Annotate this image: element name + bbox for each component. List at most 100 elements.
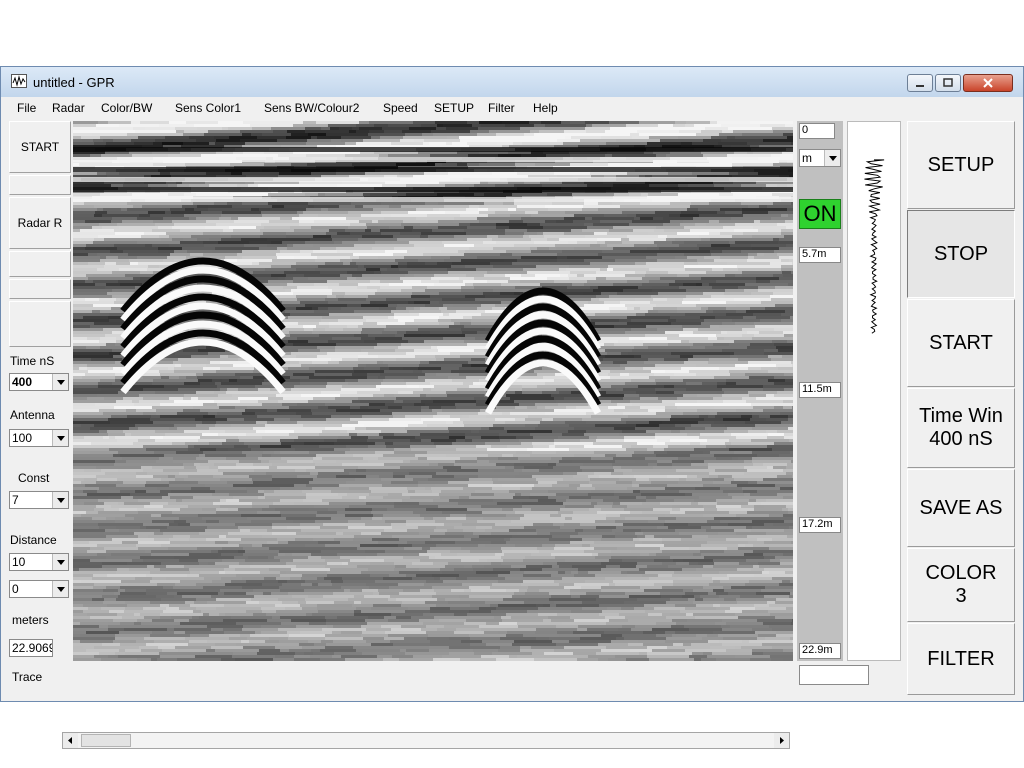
radargram-texture xyxy=(467,163,479,166)
radargram-texture xyxy=(73,556,106,559)
menu-file[interactable]: File xyxy=(17,101,36,115)
radar-r-button[interactable]: Radar R xyxy=(9,197,71,249)
chevron-down-icon[interactable] xyxy=(52,554,68,570)
radargram-texture xyxy=(286,232,326,235)
radargram-texture xyxy=(273,502,294,505)
radargram-texture xyxy=(198,481,227,484)
radargram-texture xyxy=(751,529,784,532)
radargram-texture xyxy=(271,454,316,457)
const-select[interactable]: 7 xyxy=(9,491,69,509)
radargram-texture xyxy=(697,259,714,262)
radargram-texture xyxy=(73,352,109,355)
radargram-texture xyxy=(615,259,657,262)
radargram-texture xyxy=(135,490,146,493)
radargram-texture xyxy=(174,625,207,628)
menu-help[interactable]: Help xyxy=(533,101,558,115)
chevron-down-icon[interactable] xyxy=(52,374,68,390)
radargram-texture xyxy=(774,382,793,385)
radargram-texture xyxy=(163,217,189,220)
radargram-texture xyxy=(575,529,583,532)
distance-select[interactable]: 10 xyxy=(9,553,69,571)
menu-sens-bw-colour2[interactable]: Sens BW/Colour2 xyxy=(264,101,359,115)
radargram-texture xyxy=(388,124,421,127)
radargram-texture xyxy=(381,625,401,628)
radargram-texture xyxy=(639,484,667,487)
menu-sens-color1[interactable]: Sens Color1 xyxy=(175,101,241,115)
radargram-texture xyxy=(371,229,380,232)
title-bar[interactable]: untitled - GPR xyxy=(1,67,1023,97)
radargram-texture xyxy=(73,475,96,478)
menu-color-bw[interactable]: Color/BW xyxy=(101,101,152,115)
radargram-texture xyxy=(709,583,745,586)
radargram-texture xyxy=(243,553,278,556)
blank-left-button-4[interactable] xyxy=(9,301,71,347)
radargram-texture xyxy=(233,496,258,499)
antenna-select[interactable]: 100 xyxy=(9,429,69,447)
radargram-texture xyxy=(712,577,729,580)
radargram-texture xyxy=(253,463,272,466)
radargram-texture xyxy=(396,616,411,619)
radargram-texture xyxy=(598,208,643,211)
menu-setup[interactable]: SETUP xyxy=(434,101,474,115)
radargram-texture xyxy=(299,223,329,226)
radargram-texture xyxy=(783,133,793,136)
radargram-texture xyxy=(151,553,189,556)
radargram-texture xyxy=(510,214,531,217)
radargram-texture xyxy=(199,562,208,565)
radargram-texture xyxy=(751,292,773,295)
radargram-texture xyxy=(287,526,320,529)
radargram-texture xyxy=(631,379,655,382)
time-ns-select[interactable]: 400 xyxy=(9,373,69,391)
maximize-button[interactable] xyxy=(935,74,961,92)
radargram-texture xyxy=(544,235,585,238)
blank-left-button-2[interactable] xyxy=(9,251,71,277)
radargram-texture xyxy=(389,574,406,577)
radargram-texture xyxy=(563,472,577,475)
radargram-texture xyxy=(148,463,171,466)
distance-offset-select[interactable]: 0 xyxy=(9,580,69,598)
start-left-button[interactable]: START xyxy=(9,121,71,173)
radargram-texture xyxy=(404,226,413,229)
radargram-texture xyxy=(317,475,336,478)
radargram-texture xyxy=(645,571,674,574)
blank-left-button-3[interactable] xyxy=(9,279,71,299)
radargram-texture xyxy=(401,223,420,226)
radargram-texture xyxy=(358,466,400,469)
chevron-down-icon[interactable] xyxy=(52,430,68,446)
chevron-down-icon[interactable] xyxy=(52,581,68,597)
radargram-texture xyxy=(267,409,277,412)
menu-filter[interactable]: Filter xyxy=(488,101,515,115)
radargram-texture xyxy=(194,463,200,466)
radargram-texture xyxy=(127,202,157,205)
menu-speed[interactable]: Speed xyxy=(383,101,418,115)
radargram-texture xyxy=(73,535,106,538)
radargram-canvas[interactable] xyxy=(73,121,793,661)
close-button[interactable] xyxy=(963,74,1013,92)
radargram-texture xyxy=(364,424,408,427)
radargram-texture xyxy=(538,499,556,502)
chevron-down-icon[interactable] xyxy=(52,492,68,508)
radargram-texture xyxy=(196,583,225,586)
radargram-texture xyxy=(398,364,419,367)
radargram-texture xyxy=(73,289,112,292)
radargram-texture xyxy=(505,232,524,235)
radargram-texture xyxy=(288,316,322,319)
radargram-texture xyxy=(672,466,708,469)
menu-radar[interactable]: Radar xyxy=(52,101,85,115)
blank-left-button-1[interactable] xyxy=(9,175,71,195)
radargram-texture xyxy=(649,475,667,478)
radargram-texture xyxy=(201,211,222,214)
meters-field[interactable]: 22.9069 xyxy=(9,639,53,657)
radargram-texture xyxy=(585,127,610,130)
minimize-button[interactable] xyxy=(907,74,933,92)
radargram-texture xyxy=(224,616,231,619)
radargram-texture xyxy=(431,439,456,442)
radargram-texture xyxy=(277,538,295,541)
radargram-texture xyxy=(169,484,205,487)
radargram-texture xyxy=(368,445,386,448)
radargram-texture xyxy=(706,352,734,355)
radargram-texture xyxy=(175,478,184,481)
radargram-texture xyxy=(696,364,735,367)
radargram-texture xyxy=(407,529,434,532)
radargram-texture xyxy=(559,268,566,271)
